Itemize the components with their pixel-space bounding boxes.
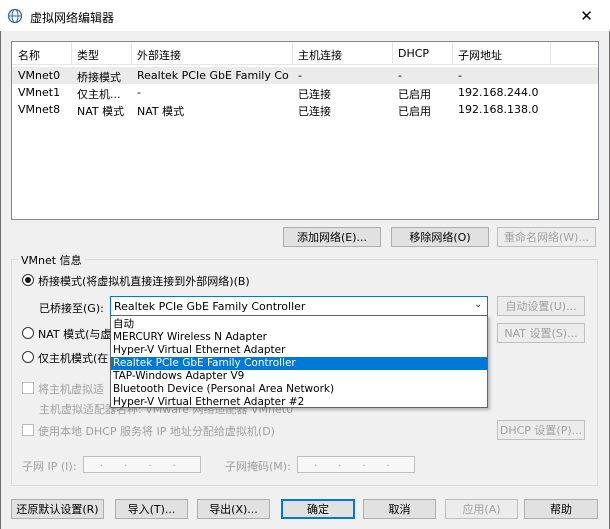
connect-host-adapter-checkbox[interactable] <box>22 382 34 394</box>
cell-name: VMnet1 <box>18 86 61 99</box>
nat-mode-label[interactable]: NAT 模式(与虚 <box>38 326 111 342</box>
close-button[interactable]: ✕ <box>563 0 610 31</box>
column-header-subnet[interactable]: 子网地址 <box>458 47 502 63</box>
bridged-to-value: Realtek PCIe GbE Family Controller <box>114 300 306 313</box>
dropdown-option[interactable]: Hyper-V Virtual Ethernet Adapter <box>111 344 487 357</box>
cell-host: - <box>298 69 302 82</box>
column-divider[interactable] <box>392 42 393 64</box>
cell-subnet: 192.168.244.0 <box>458 86 539 99</box>
nat-settings-button[interactable]: NAT 设置(S)... <box>497 323 585 343</box>
cell-type: NAT 模式 <box>77 105 125 118</box>
column-divider[interactable] <box>131 42 132 64</box>
vmnet-info-label: VMnet 信息 <box>18 252 85 268</box>
dropdown-option[interactable]: 自动 <box>111 318 487 331</box>
cell-subnet: - <box>458 69 462 82</box>
bridged-to-dropdown-list[interactable]: 自动 MERCURY Wireless N Adapter Hyper-V Vi… <box>110 315 488 408</box>
cell-external: - <box>137 86 141 99</box>
column-header-type[interactable]: 类型 <box>77 47 99 63</box>
network-table[interactable]: 名称 类型 外部连接 主机连接 DHCP 子网地址 VMnet0 桥接模式 Re… <box>11 41 599 220</box>
window-title: 虚拟网络编辑器 <box>30 11 115 25</box>
subnet-mask-label: 子网掩码(M): <box>225 460 291 473</box>
cell-external: NAT 模式 <box>137 105 185 118</box>
column-header-host[interactable]: 主机连接 <box>298 47 342 63</box>
dropdown-option[interactable]: Bluetooth Device (Personal Area Network) <box>111 383 487 396</box>
add-network-button[interactable]: 添加网络(E)... <box>283 227 381 247</box>
cancel-button[interactable]: 取消 <box>363 499 436 519</box>
dropdown-option[interactable]: Hyper-V Virtual Ethernet Adapter #2 <box>111 396 487 409</box>
cell-type: 仅主机... <box>77 88 121 101</box>
export-button[interactable]: 导出(X)... <box>197 499 270 519</box>
auto-settings-button[interactable]: 自动设置(U)... <box>497 296 585 316</box>
table-row[interactable]: VMnet8 NAT 模式 NAT 模式 已连接 已启用 192.168.138… <box>12 101 598 118</box>
column-divider[interactable] <box>452 42 453 64</box>
dropdown-option-selected[interactable]: Realtek PCIe GbE Family Controller <box>111 357 487 370</box>
dhcp-checkbox[interactable] <box>22 424 34 436</box>
dropdown-option[interactable]: TAP-Windows Adapter V9 <box>111 370 487 383</box>
bridged-mode-radio[interactable] <box>22 274 34 286</box>
rename-network-button[interactable]: 重命名网络(W)... <box>497 227 596 247</box>
nat-mode-radio[interactable] <box>22 327 34 339</box>
subnet-ip-label: 子网 IP (I): <box>22 460 77 473</box>
column-header-dhcp[interactable]: DHCP <box>398 47 429 60</box>
connect-host-adapter-label[interactable]: 将主机虚拟适 <box>38 381 104 397</box>
host-only-label[interactable]: 仅主机模式(在 <box>38 350 108 366</box>
cell-name: VMnet8 <box>18 103 61 116</box>
import-button[interactable]: 导入(T)... <box>115 499 188 519</box>
cell-subnet: 192.168.138.0 <box>458 103 539 116</box>
apply-button[interactable]: 应用(A) <box>445 499 518 519</box>
column-divider[interactable] <box>550 42 551 64</box>
subnet-ip-field[interactable]: .... <box>83 456 201 473</box>
table-header: 名称 类型 外部连接 主机连接 DHCP 子网地址 <box>12 42 598 65</box>
bridged-mode-label[interactable]: 桥接模式(将虚拟机直接连接到外部网络)(B) <box>38 273 250 289</box>
remove-network-button[interactable]: 移除网络(O) <box>391 227 489 247</box>
bridged-to-label: 已桥接至(G): <box>39 302 104 315</box>
column-header-name[interactable]: 名称 <box>18 47 40 63</box>
column-divider[interactable] <box>71 42 72 64</box>
dhcp-label[interactable]: 使用本地 DHCP 服务将 IP 地址分配给虚拟机(D) <box>38 423 275 439</box>
cell-dhcp: 已启用 <box>398 105 431 118</box>
cell-type: 桥接模式 <box>77 71 121 84</box>
table-row[interactable]: VMnet0 桥接模式 Realtek PCIe GbE Family Co..… <box>12 67 598 84</box>
cell-host: 已连接 <box>298 88 331 101</box>
cell-dhcp: - <box>398 69 402 82</box>
column-divider[interactable] <box>292 42 293 64</box>
cell-name: VMnet0 <box>18 69 61 82</box>
table-row[interactable]: VMnet1 仅主机... - 已连接 已启用 192.168.244.0 <box>12 84 598 101</box>
dropdown-option[interactable]: MERCURY Wireless N Adapter <box>111 331 487 344</box>
help-button[interactable]: 帮助 <box>524 499 598 519</box>
cell-dhcp: 已启用 <box>398 88 431 101</box>
dhcp-settings-button[interactable]: DHCP 设置(P)... <box>497 420 585 440</box>
globe-icon <box>7 8 23 24</box>
column-header-external[interactable]: 外部连接 <box>137 47 181 63</box>
window-border-left <box>0 31 1 529</box>
chevron-down-icon[interactable]: ⌄ <box>474 299 482 310</box>
subnet-mask-field[interactable]: .... <box>297 456 415 473</box>
cell-host: 已连接 <box>298 105 331 118</box>
bridged-to-select[interactable]: Realtek PCIe GbE Family Controller ⌄ <box>110 296 488 316</box>
host-only-radio[interactable] <box>22 351 34 363</box>
ok-button[interactable]: 确定 <box>281 499 355 519</box>
restore-defaults-button[interactable]: 还原默认设置(R) <box>11 499 104 519</box>
cell-external: Realtek PCIe GbE Family Co... <box>137 69 289 82</box>
